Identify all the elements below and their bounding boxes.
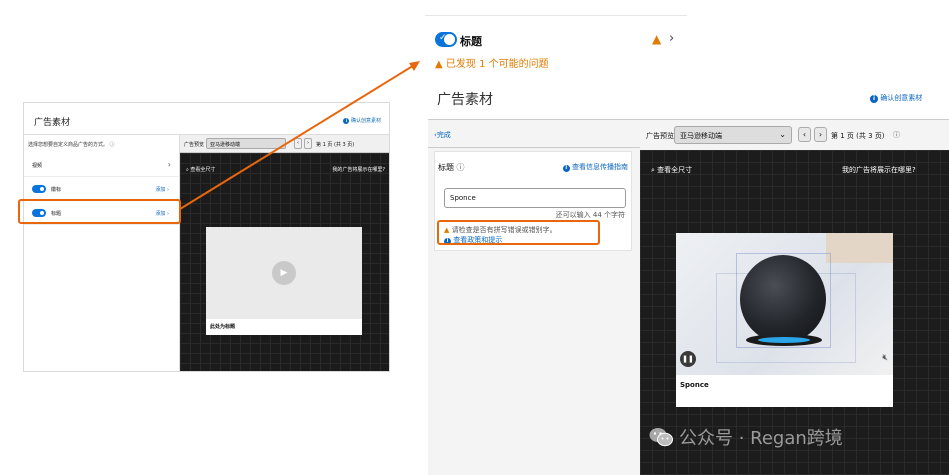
help-icon: ⓘ bbox=[893, 131, 900, 139]
ad-preview-card: ❚❚ 🔇︎ Sponce bbox=[676, 233, 893, 407]
preview-toolbar: 广告预览 亚马逊移动端 ⌄ ‹ › 第 1 页 (共 3 页) ⓘ bbox=[640, 122, 949, 150]
placement-value: 亚马逊移动端 bbox=[680, 132, 722, 140]
section-title: 标题 bbox=[460, 35, 482, 48]
card-caption: Sponce bbox=[680, 381, 709, 389]
guide-label: 查看信息传播指南 bbox=[572, 163, 628, 171]
done-label: 完成 bbox=[436, 131, 451, 139]
field-label-text: 标题 bbox=[438, 163, 454, 172]
done-link[interactable]: ‹完成 bbox=[434, 130, 451, 140]
mute-icon[interactable]: 🔇︎ bbox=[882, 353, 888, 363]
chevron-right-icon[interactable]: › bbox=[669, 31, 674, 46]
confirm-creative-label: 确认创意素材 bbox=[880, 94, 923, 102]
headline-label: 标题 ⓘ bbox=[438, 162, 465, 173]
page-indicator: 第 1 页 (共 3 页) bbox=[831, 132, 885, 140]
search-icon: ⌕ bbox=[651, 166, 655, 174]
warning-icon: ▲ bbox=[652, 32, 662, 46]
placement-select[interactable]: 亚马逊移动端 ⌄ bbox=[674, 126, 792, 144]
headline-section-toggle[interactable]: ✓ bbox=[435, 32, 457, 47]
issue-notice: ▲ 已发现 1 个可能的问题 bbox=[435, 55, 549, 70]
chevron-down-icon: ⌄ bbox=[779, 130, 786, 139]
issue-text: 已发现 1 个可能的问题 bbox=[445, 59, 549, 70]
where-link[interactable]: 我的广告将展示在哪里? bbox=[842, 165, 916, 175]
divider bbox=[428, 147, 640, 148]
page-title: 广告素材 bbox=[437, 92, 493, 108]
background-shelf bbox=[826, 233, 893, 263]
headline-input[interactable] bbox=[444, 188, 626, 208]
view-full-size[interactable]: ⌕ 查看全尺寸 bbox=[651, 165, 692, 175]
confirm-creative-link[interactable]: i 确认创意素材 bbox=[870, 93, 922, 103]
watermark: 公众号 · Regan跨境 bbox=[649, 424, 843, 452]
full-size-label: 查看全尺寸 bbox=[657, 166, 693, 174]
wechat-icon bbox=[649, 427, 673, 452]
char-count: 还可以输入 44 个字符 bbox=[555, 211, 625, 219]
help-icon: ⓘ bbox=[456, 163, 465, 172]
next-page-button[interactable]: › bbox=[814, 127, 827, 142]
info-icon: i bbox=[870, 95, 878, 103]
info-icon: i bbox=[562, 165, 570, 172]
preview-label: 广告预览 bbox=[646, 132, 674, 140]
product-video: ❚❚ 🔇︎ bbox=[676, 233, 893, 375]
smart-speaker-image bbox=[740, 255, 826, 343]
warning-icon: ▲ bbox=[435, 59, 443, 70]
messaging-guide-link[interactable]: i 查看信息传播指南 bbox=[562, 162, 628, 172]
top-strip bbox=[425, 0, 687, 16]
prev-page-button[interactable]: ‹ bbox=[798, 127, 811, 142]
pause-icon[interactable]: ❚❚ bbox=[680, 351, 696, 367]
toggle-knob bbox=[444, 34, 455, 45]
watermark-text: 公众号 · Regan跨境 bbox=[679, 428, 843, 449]
light-ring bbox=[758, 337, 810, 343]
highlight-box bbox=[437, 220, 600, 245]
